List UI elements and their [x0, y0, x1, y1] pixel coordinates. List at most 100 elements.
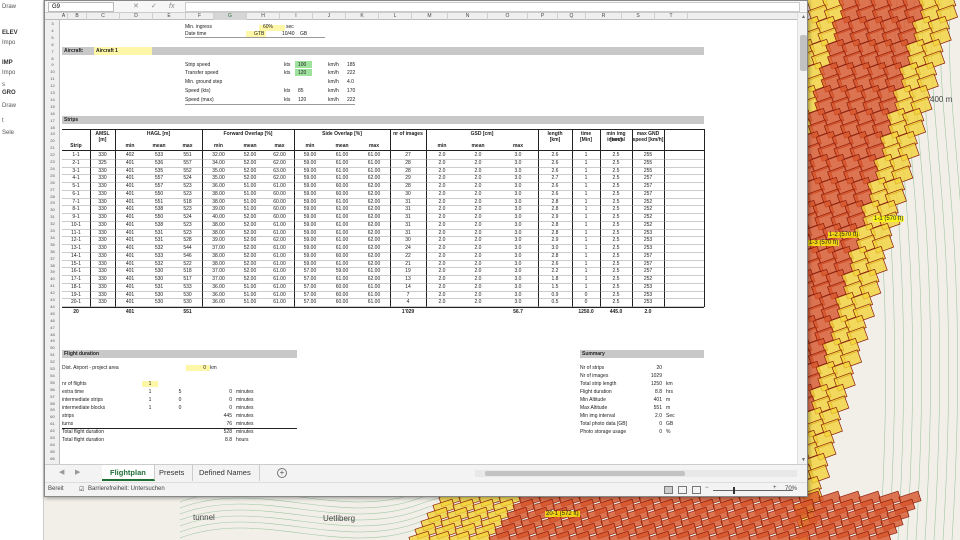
- table-cell[interactable]: 401: [115, 214, 145, 220]
- table-cell[interactable]: 531: [145, 230, 173, 236]
- table-cell[interactable]: 61.00: [326, 152, 358, 158]
- table-cell[interactable]: 61.00: [265, 284, 294, 290]
- table-cell[interactable]: 61.00: [358, 168, 390, 174]
- table-cell[interactable]: 60.00: [326, 299, 358, 305]
- table-cell[interactable]: 253: [632, 292, 664, 298]
- table-cell[interactable]: 60.00: [326, 284, 358, 290]
- panel-item[interactable]: Impo: [2, 40, 15, 46]
- table-cell[interactable]: 61.00: [265, 292, 294, 298]
- table-cell[interactable]: 401: [115, 276, 145, 282]
- table-cell[interactable]: 57.00: [294, 284, 326, 290]
- table-cell[interactable]: 330: [90, 183, 115, 189]
- table-cell[interactable]: 2.9: [538, 214, 572, 220]
- table-cell[interactable]: 31: [390, 214, 426, 220]
- accessibility-icon[interactable]: ☑: [79, 486, 84, 493]
- table-cell[interactable]: 330: [90, 299, 115, 305]
- table-cell[interactable]: 2.7: [538, 175, 572, 181]
- table-cell[interactable]: 330: [90, 268, 115, 274]
- table-cell[interactable]: 2.5: [600, 276, 632, 282]
- table-cell[interactable]: 2.0: [426, 183, 458, 189]
- table-cell[interactable]: 523: [173, 222, 202, 228]
- table-cell[interactable]: 36.00: [202, 284, 235, 290]
- table-cell[interactable]: 51.00: [235, 191, 265, 197]
- table-cell[interactable]: 523: [173, 191, 202, 197]
- table-cell[interactable]: 38.00: [202, 191, 235, 197]
- table-cell[interactable]: 31: [390, 222, 426, 228]
- table-cell[interactable]: 330: [90, 276, 115, 282]
- table-cell[interactable]: 15-1: [62, 261, 90, 267]
- distance-value[interactable]: 0: [186, 365, 206, 371]
- table-cell[interactable]: 2.5: [600, 253, 632, 259]
- table-cell[interactable]: 18-1: [62, 284, 90, 290]
- column-header[interactable]: D: [120, 13, 153, 20]
- table-cell[interactable]: 3.0: [498, 268, 538, 274]
- table-cell[interactable]: 530: [173, 292, 202, 298]
- table-cell[interactable]: 253: [632, 245, 664, 251]
- table-cell[interactable]: 546: [173, 253, 202, 259]
- table-cell[interactable]: 2-1: [62, 160, 90, 166]
- table-cell[interactable]: 61.00: [358, 268, 390, 274]
- table-cell[interactable]: 1: [572, 253, 600, 259]
- table-cell[interactable]: 330: [90, 199, 115, 205]
- tab-defined-names[interactable]: Defined Names: [191, 465, 260, 481]
- table-cell[interactable]: 0: [572, 299, 600, 305]
- table-cell[interactable]: 550: [145, 191, 173, 197]
- table-cell[interactable]: 2.0: [426, 299, 458, 305]
- table-cell[interactable]: 7-1: [62, 199, 90, 205]
- table-cell[interactable]: 59.00: [294, 222, 326, 228]
- table-cell[interactable]: 532: [145, 245, 173, 251]
- table-cell[interactable]: 57.00: [294, 276, 326, 282]
- param-value[interactable]: 222: [347, 70, 355, 76]
- table-cell[interactable]: 2.5: [600, 206, 632, 212]
- table-cell[interactable]: 252: [632, 206, 664, 212]
- table-cell[interactable]: 5-1: [62, 183, 90, 189]
- table-cell[interactable]: 401: [115, 175, 145, 181]
- table-cell[interactable]: 52.00: [235, 222, 265, 228]
- table-cell[interactable]: 2.0: [458, 206, 498, 212]
- table-cell[interactable]: 3.0: [498, 284, 538, 290]
- table-cell[interactable]: 518: [173, 199, 202, 205]
- column-header[interactable]: K: [346, 13, 379, 20]
- table-cell[interactable]: 61.00: [326, 199, 358, 205]
- table-cell[interactable]: 60.00: [265, 191, 294, 197]
- duration-value[interactable]: 5: [172, 389, 188, 395]
- table-cell[interactable]: 3.0: [498, 183, 538, 189]
- table-cell[interactable]: 2.0: [426, 175, 458, 181]
- param-value[interactable]: 170: [347, 88, 355, 94]
- table-cell[interactable]: 330: [90, 245, 115, 251]
- table-cell[interactable]: 62.00: [265, 160, 294, 166]
- table-cell[interactable]: 533: [173, 284, 202, 290]
- table-cell[interactable]: 2.5: [600, 222, 632, 228]
- table-cell[interactable]: 2.0: [426, 253, 458, 259]
- table-cell[interactable]: 1: [572, 284, 600, 290]
- table-cell[interactable]: 330: [90, 261, 115, 267]
- table-cell[interactable]: 401: [115, 292, 145, 298]
- table-cell[interactable]: 51.00: [235, 284, 265, 290]
- panel-item[interactable]: s: [2, 82, 5, 88]
- table-cell[interactable]: 61.00: [326, 276, 358, 282]
- table-cell[interactable]: 1: [572, 276, 600, 282]
- table-cell[interactable]: 533: [145, 152, 173, 158]
- table-cell[interactable]: 13: [390, 276, 426, 282]
- param-value[interactable]: 85: [298, 88, 304, 94]
- table-cell[interactable]: 34.00: [202, 160, 235, 166]
- table-cell[interactable]: 62.00: [358, 253, 390, 259]
- formula-input[interactable]: [185, 2, 800, 12]
- table-cell[interactable]: 1: [572, 261, 600, 267]
- column-header[interactable]: I: [280, 13, 313, 20]
- table-cell[interactable]: 2.8: [538, 230, 572, 236]
- duration-value[interactable]: 1: [142, 389, 158, 395]
- table-cell[interactable]: 62.00: [358, 237, 390, 243]
- table-cell[interactable]: 2.0: [426, 245, 458, 251]
- table-cell[interactable]: 27: [390, 152, 426, 158]
- vertical-scrollbar[interactable]: ▲ ▼: [797, 13, 807, 464]
- table-cell[interactable]: 61.00: [326, 168, 358, 174]
- table-cell[interactable]: 1: [572, 199, 600, 205]
- table-cell[interactable]: 62.00: [358, 222, 390, 228]
- table-cell[interactable]: 38.00: [202, 261, 235, 267]
- column-header[interactable]: A: [60, 13, 68, 20]
- column-header[interactable]: E: [153, 13, 186, 20]
- table-cell[interactable]: 36.00: [202, 292, 235, 298]
- table-cell[interactable]: 2.8: [538, 199, 572, 205]
- column-header[interactable]: N: [448, 13, 488, 20]
